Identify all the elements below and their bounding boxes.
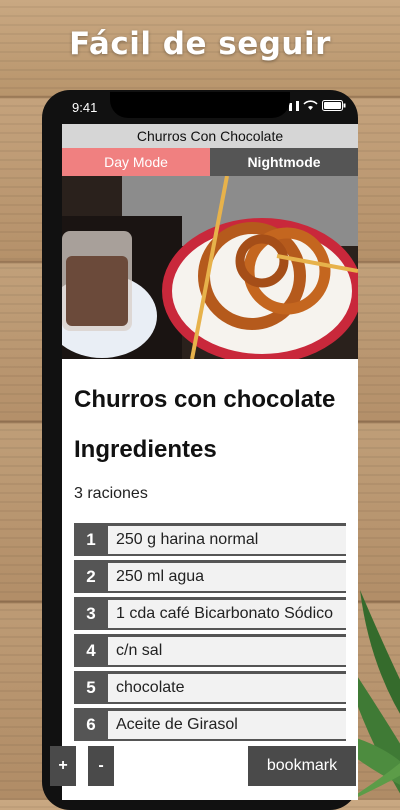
- ingredient-text: 250 g harina normal: [116, 531, 259, 548]
- signal-bar: [296, 101, 299, 111]
- ingredient-number: 5: [74, 674, 108, 702]
- mode-toggle: Day Mode Nightmode: [62, 148, 358, 176]
- servings-text: 3 raciones: [74, 485, 148, 502]
- ingredient-text: chocolate: [116, 679, 185, 696]
- ingredient-item: 3 1 cda café Bicarbonato Sódico: [74, 597, 346, 630]
- ingredient-number: 2: [74, 563, 108, 591]
- ingredients-list: 1 250 g harina normal 2 250 ml agua 3 1 …: [62, 523, 358, 741]
- ingredient-item: 1 250 g harina normal: [74, 523, 346, 556]
- recipe-content: Churros con chocolate Ingredientes 3 rac…: [62, 359, 358, 745]
- bookmark-button[interactable]: bookmark: [248, 746, 356, 786]
- phone-notch: [110, 92, 290, 118]
- ingredient-text: Aceite de Girasol: [116, 716, 238, 733]
- status-time: 9:41: [72, 100, 98, 115]
- ingredient-text: 250 ml agua: [116, 568, 205, 585]
- day-mode-button[interactable]: Day Mode: [62, 148, 210, 176]
- recipe-photo: [62, 176, 358, 359]
- ingredient-item: 2 250 ml agua: [74, 560, 346, 593]
- battery-icon: [322, 100, 346, 111]
- ingredient-item: 4 c/n sal: [74, 634, 346, 667]
- ingredient-text: c/n sal: [116, 642, 163, 659]
- app-screen: Churros Con Chocolate Day Mode Nightmode…: [62, 124, 358, 800]
- ingredient-number: 6: [74, 711, 108, 739]
- ingredient-text: 1 cda café Bicarbonato Sódico: [116, 605, 334, 622]
- ingredients-heading: Ingredientes: [74, 436, 217, 463]
- ingredient-number: 3: [74, 600, 108, 628]
- night-mode-button[interactable]: Nightmode: [210, 148, 358, 176]
- ingredient-item: 6 Aceite de Girasol: [74, 708, 346, 741]
- ingredient-number: 1: [74, 526, 108, 554]
- promo-title: Fácil de seguir: [69, 26, 331, 62]
- recipe-title: Churros con chocolate: [74, 386, 336, 413]
- wifi-icon: [303, 100, 318, 110]
- zoom-out-button[interactable]: -: [88, 746, 114, 786]
- app-title: Churros Con Chocolate: [62, 124, 358, 148]
- ingredient-item: 5 chocolate: [74, 671, 346, 704]
- zoom-in-button[interactable]: +: [50, 746, 76, 786]
- ingredient-number: 4: [74, 637, 108, 665]
